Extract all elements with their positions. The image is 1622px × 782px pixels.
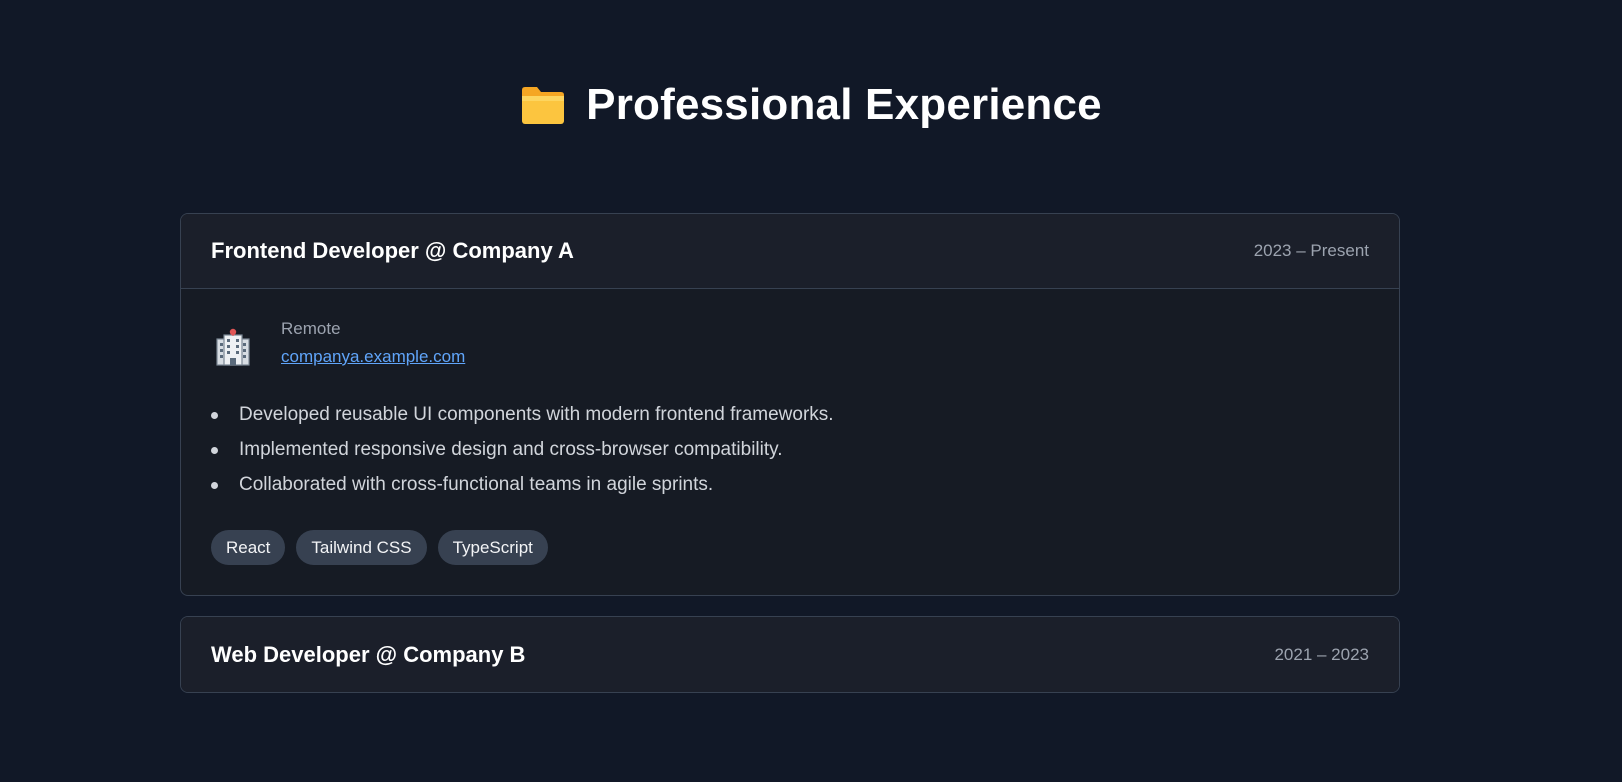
experience-list: Frontend Developer @ Company A 2023 – Pr… (180, 213, 1400, 713)
experience-card-header[interactable]: Web Developer @ Company B 2021 – 2023 (181, 617, 1399, 692)
experience-card-header[interactable]: Frontend Developer @ Company A 2023 – Pr… (181, 214, 1399, 289)
company-info: Remote companya.example.com (211, 319, 1369, 369)
tech-tag: React (211, 530, 286, 565)
responsibility-list: Developed reusable UI components with mo… (211, 397, 1369, 502)
page-title: Professional Experience (586, 80, 1102, 129)
tech-tags: React Tailwind CSS TypeScript (211, 530, 1369, 565)
responsibility-item: Implemented responsive design and cross-… (211, 432, 1369, 467)
tech-tag: Tailwind CSS (296, 530, 427, 565)
experience-dates: 2021 – 2023 (1274, 644, 1369, 664)
folder-icon (520, 84, 566, 126)
office-building-icon (211, 325, 255, 369)
experience-card: Web Developer @ Company B 2021 – 2023 (180, 616, 1400, 693)
company-location: Remote (281, 319, 341, 338)
page-header: Professional Experience (0, 80, 1622, 130)
company-website-link[interactable]: companya.example.com (281, 347, 465, 367)
responsibility-item: Collaborated with cross-functional teams… (211, 467, 1369, 502)
responsibility-item: Developed reusable UI components with mo… (211, 397, 1369, 432)
experience-role: Frontend Developer @ Company A (211, 238, 574, 263)
tech-tag: TypeScript (437, 530, 548, 565)
experience-role: Web Developer @ Company B (211, 641, 526, 667)
experience-details: Remote companya.example.com Developed re… (181, 289, 1399, 595)
company-meta: Remote companya.example.com (281, 319, 465, 367)
experience-dates: 2023 – Present (1253, 241, 1369, 260)
experience-card: Frontend Developer @ Company A 2023 – Pr… (180, 213, 1400, 596)
